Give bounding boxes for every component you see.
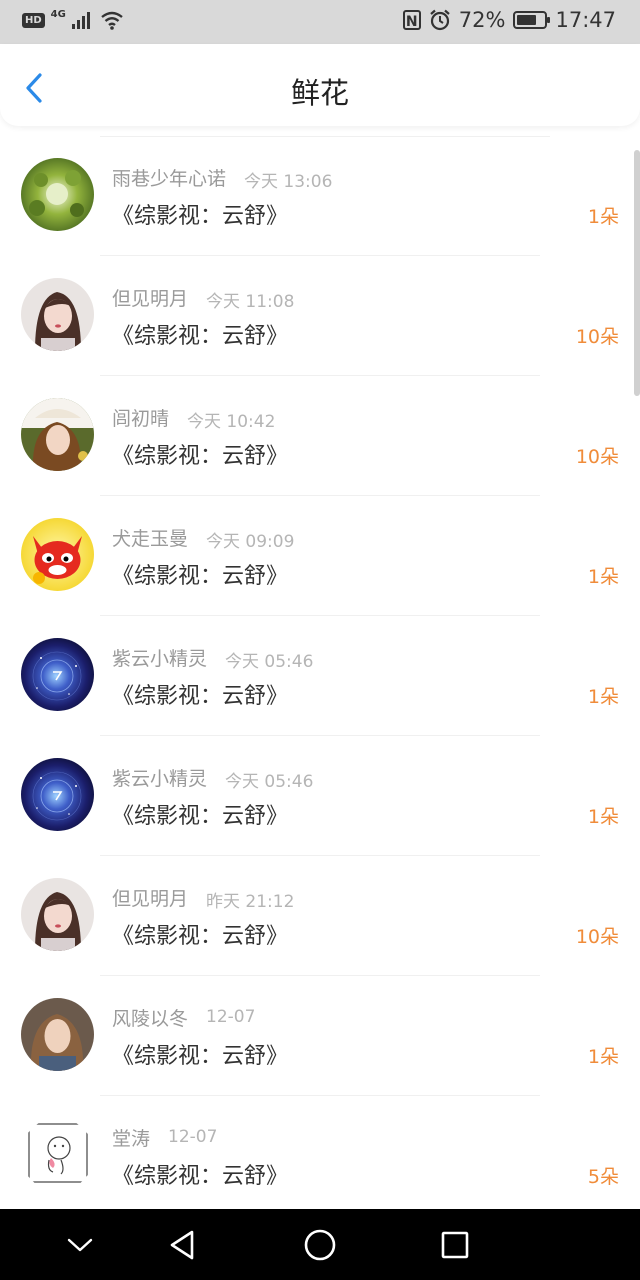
book-title: 《综影视：云舒》 (112, 684, 289, 709)
flower-count: 5朵 (587, 1166, 619, 1188)
book-title: 《综影视：云舒》 (112, 1164, 289, 1189)
hd-badge: HD (22, 12, 45, 28)
alarm-icon (430, 9, 450, 31)
recents-nav-button[interactable] (435, 1225, 475, 1265)
status-bar: HD 4G N 72% 17:47 (0, 0, 640, 44)
avatar[interactable] (21, 878, 94, 951)
battery-level (517, 15, 537, 25)
username[interactable]: 犬走玉曼 (112, 524, 188, 551)
book-title: 《综影视：云舒》 (112, 324, 289, 349)
timestamp: 今天 11:08 (206, 292, 295, 312)
book-title: 《综影视：云舒》 (112, 924, 289, 949)
timestamp: 今天 09:09 (206, 532, 295, 552)
avatar[interactable] (21, 158, 94, 231)
list-item[interactable]: 堂涛 12-07 《综影视：云舒》 5朵 (0, 1096, 640, 1216)
avatar[interactable] (21, 278, 94, 351)
username[interactable]: 闾初晴 (112, 404, 169, 431)
username[interactable]: 紫云小精灵 (112, 764, 207, 791)
book-title: 《综影视：云舒》 (112, 804, 289, 829)
flower-count: 1朵 (587, 566, 619, 588)
avatar[interactable] (21, 518, 94, 591)
avatar[interactable] (21, 638, 94, 711)
username[interactable]: 堂涛 (112, 1124, 150, 1151)
circle-home-icon (304, 1229, 336, 1261)
flower-count: 10朵 (575, 326, 619, 348)
avatar[interactable] (21, 758, 94, 831)
book-title: 《综影视：云舒》 (112, 564, 289, 589)
username[interactable]: 但见明月 (112, 284, 188, 311)
list-item[interactable]: 犬走玉曼 今天 09:09 《综影视：云舒》 1朵 (0, 496, 640, 616)
book-title: 《综影视：云舒》 (112, 204, 289, 229)
username[interactable]: 但见明月 (112, 884, 188, 911)
avatar[interactable] (21, 398, 94, 471)
username[interactable]: 紫云小精灵 (112, 644, 207, 671)
battery-icon (513, 11, 551, 29)
flower-count: 1朵 (587, 806, 619, 828)
timestamp: 今天 05:46 (225, 652, 314, 672)
timestamp: 今天 05:46 (225, 772, 314, 792)
network-type: 4G (50, 8, 66, 20)
page-title: 鲜花 (290, 76, 349, 110)
scrollbar[interactable] (634, 150, 640, 396)
book-title: 《综影视：云舒》 (112, 444, 289, 469)
navigation-bar (0, 1209, 640, 1280)
flower-list: 雨巷少年心诺 今天 13:06 《综影视：云舒》 1朵 但见明月 今天 11:08 《综影视… (0, 136, 640, 1216)
list-item[interactable]: 风陵以冬 12-07 《综影视：云舒》 1朵 (0, 976, 640, 1096)
flower-count: 1朵 (587, 206, 619, 228)
timestamp: 12-07 (168, 1127, 218, 1147)
header: 鲜花 (0, 44, 640, 126)
back-nav-button[interactable] (162, 1225, 202, 1265)
nfc-icon: N (402, 10, 421, 30)
signal-icon (71, 12, 90, 29)
avatar[interactable] (21, 1118, 94, 1191)
list-item[interactable]: 但见明月 昨天 21:12 《综影视：云舒》 10朵 (0, 856, 640, 976)
status-left: HD 4G (22, 8, 124, 30)
clock: 17:47 (555, 8, 616, 32)
list-item[interactable]: 紫云小精灵 今天 05:46 《综影视：云舒》 1朵 (0, 736, 640, 856)
triangle-back-icon (170, 1230, 194, 1260)
battery-percent: 72% (458, 8, 506, 32)
flower-count: 10朵 (575, 926, 619, 948)
list-item[interactable]: 闾初晴 今天 10:42 《综影视：云舒》 10朵 (0, 376, 640, 496)
timestamp: 今天 10:42 (187, 412, 276, 432)
timestamp: 12-07 (206, 1007, 256, 1027)
square-recents-icon (441, 1231, 469, 1259)
book-title: 《综影视：云舒》 (112, 1044, 289, 1069)
home-nav-button[interactable] (300, 1225, 340, 1265)
flower-count: 10朵 (575, 446, 619, 468)
list-item[interactable]: 雨巷少年心诺 今天 13:06 《综影视：云舒》 1朵 (0, 136, 640, 256)
username[interactable]: 风陵以冬 (112, 1004, 188, 1031)
chevron-down-icon (67, 1238, 93, 1252)
status-right: N 72% 17:47 (402, 8, 616, 32)
wifi-icon (101, 11, 123, 30)
username[interactable]: 雨巷少年心诺 (112, 164, 226, 191)
flower-count: 1朵 (587, 686, 619, 708)
timestamp: 昨天 21:12 (206, 892, 295, 912)
list-item[interactable]: 紫云小精灵 今天 05:46 《综影视：云舒》 1朵 (0, 616, 640, 736)
list-item[interactable]: 但见明月 今天 11:08 《综影视：云舒》 10朵 (0, 256, 640, 376)
hide-nav-button[interactable] (60, 1225, 100, 1265)
flower-count: 1朵 (587, 1046, 619, 1068)
avatar[interactable] (21, 998, 94, 1071)
timestamp: 今天 13:06 (244, 172, 333, 192)
